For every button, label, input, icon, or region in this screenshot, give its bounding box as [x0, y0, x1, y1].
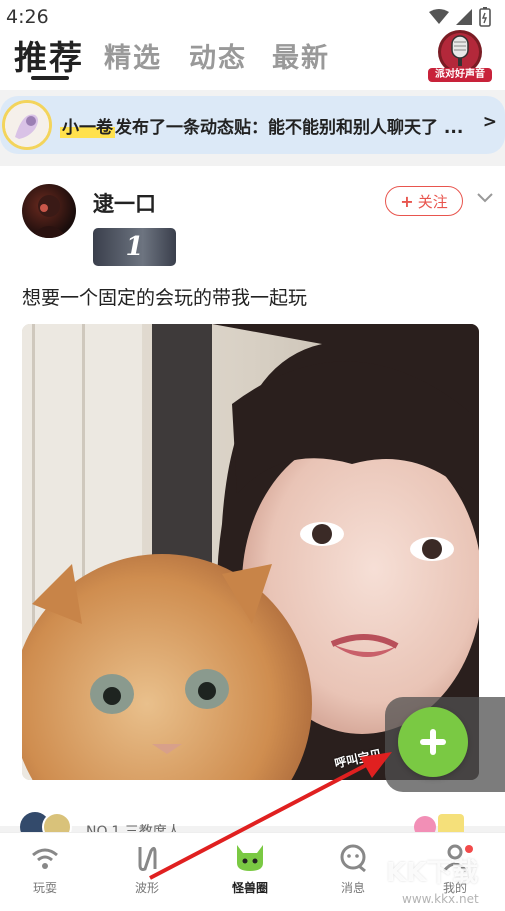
plus-icon: + — [400, 191, 414, 211]
nav-label-messages: 消息 — [340, 881, 365, 895]
nav-item-messages[interactable]: 消息 — [323, 843, 383, 896]
nav-item-play[interactable]: 玩耍 — [15, 843, 75, 896]
nav-item-monster-circle[interactable]: 怪兽圈 — [220, 843, 280, 896]
nav-label-monster-circle: 怪兽圈 — [231, 881, 268, 895]
monster-icon — [237, 845, 263, 871]
notification-dot — [465, 845, 473, 853]
party-badge-label: 派对好声音 — [435, 69, 485, 80]
follow-button[interactable]: + 关注 — [385, 186, 463, 216]
nav-item-profile[interactable]: 我的 — [425, 843, 485, 896]
tab-latest[interactable]: 最新 — [272, 36, 330, 75]
battery-icon — [479, 7, 491, 27]
notice-avatar — [2, 100, 52, 150]
post-author-name[interactable]: 逮一口 — [93, 188, 156, 218]
wifi-icon — [32, 848, 58, 869]
chevron-down-icon[interactable] — [476, 192, 494, 204]
wifi-signal-icon — [429, 9, 449, 24]
notice-message: 发布了一条动态贴：能不能别和别人聊天了 ... — [115, 118, 464, 138]
activity-notice-banner[interactable]: 小一卷 发布了一条动态贴：能不能别和别人聊天了 ... > — [0, 96, 505, 154]
top-tab-bar: 推荐 精选 动态 最新 派对好声音 — [0, 28, 505, 90]
active-tab-indicator — [31, 76, 69, 80]
status-time: 4:26 — [6, 6, 49, 28]
notice-username[interactable]: 小一卷 — [60, 118, 115, 138]
watermark-url: www.kkx.net — [402, 892, 479, 906]
wave-icon — [138, 846, 157, 871]
nav-item-wave[interactable]: 波形 — [117, 843, 177, 896]
message-icon — [340, 844, 366, 873]
tab-featured[interactable]: 精选 — [104, 36, 162, 75]
cell-signal-icon — [456, 9, 472, 25]
post-text: 想要一个固定的会玩的带我一起玩 — [22, 287, 308, 309]
level-badge: 1 — [93, 228, 176, 266]
level-number: 1 — [125, 232, 144, 262]
nav-label-play: 玩耍 — [32, 881, 57, 895]
notice-text: 小一卷 发布了一条动态贴：能不能别和别人聊天了 ... — [60, 113, 463, 138]
party-voice-badge[interactable]: 派对好声音 — [426, 28, 494, 84]
create-post-button[interactable] — [398, 707, 468, 777]
follow-label: 关注 — [417, 192, 448, 211]
status-icons — [429, 7, 491, 27]
plus-icon — [420, 729, 446, 755]
tab-recommend[interactable]: 推荐 — [14, 31, 84, 79]
post-author-avatar[interactable] — [22, 184, 76, 238]
notice-arrow-icon: > — [482, 112, 497, 132]
tab-moments[interactable]: 动态 — [189, 36, 247, 75]
nav-label-wave: 波形 — [134, 881, 159, 895]
